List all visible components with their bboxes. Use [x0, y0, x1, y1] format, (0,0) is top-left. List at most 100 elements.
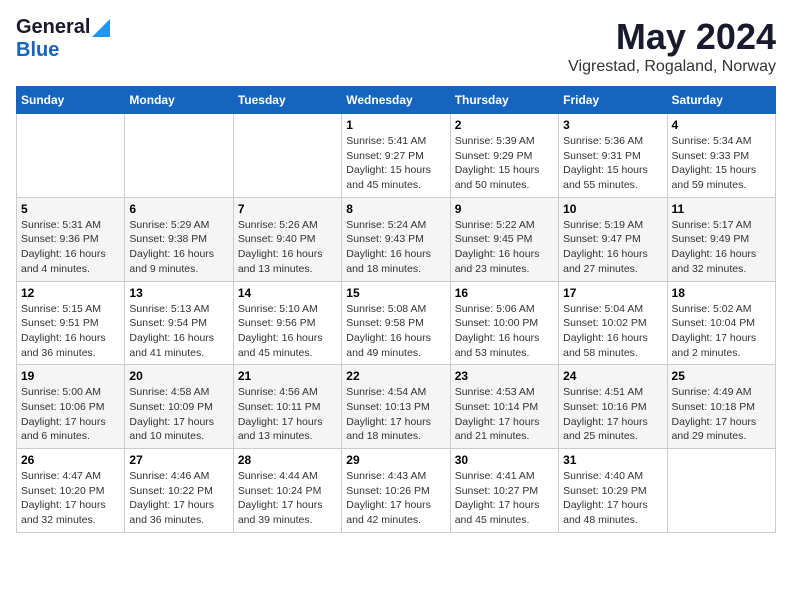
day-info: Sunrise: 4:51 AM Sunset: 10:16 PM Daylig…	[563, 385, 662, 444]
day-number: 29	[346, 453, 445, 467]
calendar-cell: 6 Sunrise: 5:29 AM Sunset: 9:38 PM Daylig…	[125, 197, 233, 281]
day-number: 16	[455, 286, 554, 300]
day-number: 27	[129, 453, 228, 467]
weekday-header-friday: Friday	[559, 87, 667, 114]
day-info: Sunrise: 5:02 AM Sunset: 10:04 PM Daylig…	[672, 302, 771, 361]
day-info: Sunrise: 5:29 AM Sunset: 9:38 PM Dayligh…	[129, 218, 228, 277]
calendar-cell: 25Sunrise: 4:49 AM Sunset: 10:18 PM Dayl…	[667, 365, 775, 449]
calendar-cell	[125, 114, 233, 198]
calendar-cell: 10Sunrise: 5:19 AM Sunset: 9:47 PM Dayli…	[559, 197, 667, 281]
day-info: Sunrise: 5:22 AM Sunset: 9:45 PM Dayligh…	[455, 218, 554, 277]
calendar-cell: 28Sunrise: 4:44 AM Sunset: 10:24 PM Dayl…	[233, 449, 341, 533]
calendar-cell: 23 Sunrise: 4:53 AM Sunset: 10:14 PM Dayl…	[450, 365, 558, 449]
calendar-cell: 3 Sunrise: 5:36 AM Sunset: 9:31 PM Daylig…	[559, 114, 667, 198]
weekday-header-saturday: Saturday	[667, 87, 775, 114]
day-number: 24	[563, 369, 662, 383]
day-info: Sunrise: 5:39 AM Sunset: 9:29 PM Dayligh…	[455, 134, 554, 193]
day-info: Sunrise: 5:24 AM Sunset: 9:43 PM Dayligh…	[346, 218, 445, 277]
day-info: Sunrise: 5:10 AM Sunset: 9:56 PM Dayligh…	[238, 302, 337, 361]
weekday-header-thursday: Thursday	[450, 87, 558, 114]
day-info: Sunrise: 5:04 AM Sunset: 10:02 PM Daylig…	[563, 302, 662, 361]
calendar-cell: 13 Sunrise: 5:13 AM Sunset: 9:54 PM Dayli…	[125, 281, 233, 365]
weekday-header-tuesday: Tuesday	[233, 87, 341, 114]
day-info: Sunrise: 5:31 AM Sunset: 9:36 PM Dayligh…	[21, 218, 120, 277]
day-number: 20	[129, 369, 228, 383]
day-info: Sunrise: 5:08 AM Sunset: 9:58 PM Dayligh…	[346, 302, 445, 361]
title-block: May 2024 Vigrestad, Rogaland, Norway	[568, 16, 776, 76]
day-number: 2	[455, 118, 554, 132]
day-number: 15	[346, 286, 445, 300]
day-info: Sunrise: 5:41 AM Sunset: 9:27 PM Dayligh…	[346, 134, 445, 193]
weekday-header-sunday: Sunday	[17, 87, 125, 114]
calendar-cell: 7 Sunrise: 5:26 AM Sunset: 9:40 PM Daylig…	[233, 197, 341, 281]
day-number: 3	[563, 118, 662, 132]
day-info: Sunrise: 4:53 AM Sunset: 10:14 PM Daylig…	[455, 385, 554, 444]
day-info: Sunrise: 5:13 AM Sunset: 9:54 PM Dayligh…	[129, 302, 228, 361]
day-number: 18	[672, 286, 771, 300]
weekday-header-monday: Monday	[125, 87, 233, 114]
calendar-cell	[17, 114, 125, 198]
page-subtitle: Vigrestad, Rogaland, Norway	[568, 58, 776, 76]
calendar-cell: 8 Sunrise: 5:24 AM Sunset: 9:43 PM Daylig…	[342, 197, 450, 281]
day-info: Sunrise: 4:40 AM Sunset: 10:29 PM Daylig…	[563, 469, 662, 528]
day-number: 14	[238, 286, 337, 300]
day-info: Sunrise: 4:47 AM Sunset: 10:20 PM Daylig…	[21, 469, 120, 528]
day-info: Sunrise: 5:36 AM Sunset: 9:31 PM Dayligh…	[563, 134, 662, 193]
day-number: 11	[672, 202, 771, 216]
calendar-cell: 2 Sunrise: 5:39 AM Sunset: 9:29 PM Daylig…	[450, 114, 558, 198]
calendar-cell: 31Sunrise: 4:40 AM Sunset: 10:29 PM Dayl…	[559, 449, 667, 533]
calendar-week-0: 1Sunrise: 5:41 AM Sunset: 9:27 PM Daylig…	[17, 114, 776, 198]
day-number: 12	[21, 286, 120, 300]
day-info: Sunrise: 4:54 AM Sunset: 10:13 PM Daylig…	[346, 385, 445, 444]
calendar-cell: 11Sunrise: 5:17 AM Sunset: 9:49 PM Dayli…	[667, 197, 775, 281]
calendar-week-3: 19 Sunrise: 5:00 AM Sunset: 10:06 PM Dayl…	[17, 365, 776, 449]
day-info: Sunrise: 4:41 AM Sunset: 10:27 PM Daylig…	[455, 469, 554, 528]
page-title: May 2024	[568, 16, 776, 58]
day-number: 19	[21, 369, 120, 383]
day-number: 17	[563, 286, 662, 300]
day-number: 5	[21, 202, 120, 216]
calendar-cell	[233, 114, 341, 198]
day-number: 26	[21, 453, 120, 467]
calendar-cell: 22Sunrise: 4:54 AM Sunset: 10:13 PM Dayl…	[342, 365, 450, 449]
page-header: General Blue May 2024 Vigrestad, Rogalan…	[16, 16, 776, 76]
calendar-cell: 30 Sunrise: 4:41 AM Sunset: 10:27 PM Dayl…	[450, 449, 558, 533]
day-info: Sunrise: 5:06 AM Sunset: 10:00 PM Daylig…	[455, 302, 554, 361]
logo-general-text: General	[16, 16, 90, 39]
day-number: 28	[238, 453, 337, 467]
calendar-cell: 16 Sunrise: 5:06 AM Sunset: 10:00 PM Dayl…	[450, 281, 558, 365]
weekday-header-row: SundayMondayTuesdayWednesdayThursdayFrid…	[17, 87, 776, 114]
calendar-header: SundayMondayTuesdayWednesdayThursdayFrid…	[17, 87, 776, 114]
weekday-header-wednesday: Wednesday	[342, 87, 450, 114]
day-number: 23	[455, 369, 554, 383]
day-number: 10	[563, 202, 662, 216]
day-number: 8	[346, 202, 445, 216]
calendar-cell: 19 Sunrise: 5:00 AM Sunset: 10:06 PM Dayl…	[17, 365, 125, 449]
calendar-cell: 27Sunrise: 4:46 AM Sunset: 10:22 PM Dayl…	[125, 449, 233, 533]
day-info: Sunrise: 5:26 AM Sunset: 9:40 PM Dayligh…	[238, 218, 337, 277]
day-info: Sunrise: 5:15 AM Sunset: 9:51 PM Dayligh…	[21, 302, 120, 361]
day-number: 6	[129, 202, 228, 216]
calendar-cell: 12 Sunrise: 5:15 AM Sunset: 9:51 PM Dayli…	[17, 281, 125, 365]
day-info: Sunrise: 4:58 AM Sunset: 10:09 PM Daylig…	[129, 385, 228, 444]
calendar-cell: 20 Sunrise: 4:58 AM Sunset: 10:09 PM Dayl…	[125, 365, 233, 449]
day-number: 4	[672, 118, 771, 132]
day-number: 30	[455, 453, 554, 467]
calendar-body: 1Sunrise: 5:41 AM Sunset: 9:27 PM Daylig…	[17, 114, 776, 533]
calendar-cell: 17 Sunrise: 5:04 AM Sunset: 10:02 PM Dayl…	[559, 281, 667, 365]
logo: General Blue	[16, 16, 110, 62]
calendar-cell: 29 Sunrise: 4:43 AM Sunset: 10:26 PM Dayl…	[342, 449, 450, 533]
calendar-table: SundayMondayTuesdayWednesdayThursdayFrid…	[16, 86, 776, 533]
day-info: Sunrise: 4:43 AM Sunset: 10:26 PM Daylig…	[346, 469, 445, 528]
calendar-cell: 1Sunrise: 5:41 AM Sunset: 9:27 PM Daylig…	[342, 114, 450, 198]
day-info: Sunrise: 5:00 AM Sunset: 10:06 PM Daylig…	[21, 385, 120, 444]
calendar-cell: 15 Sunrise: 5:08 AM Sunset: 9:58 PM Dayli…	[342, 281, 450, 365]
day-number: 7	[238, 202, 337, 216]
calendar-week-1: 5 Sunrise: 5:31 AM Sunset: 9:36 PM Daylig…	[17, 197, 776, 281]
day-number: 13	[129, 286, 228, 300]
day-info: Sunrise: 4:56 AM Sunset: 10:11 PM Daylig…	[238, 385, 337, 444]
calendar-cell: 5 Sunrise: 5:31 AM Sunset: 9:36 PM Daylig…	[17, 197, 125, 281]
calendar-cell: 14 Sunrise: 5:10 AM Sunset: 9:56 PM Dayli…	[233, 281, 341, 365]
calendar-cell: 9Sunrise: 5:22 AM Sunset: 9:45 PM Daylig…	[450, 197, 558, 281]
calendar-cell	[667, 449, 775, 533]
